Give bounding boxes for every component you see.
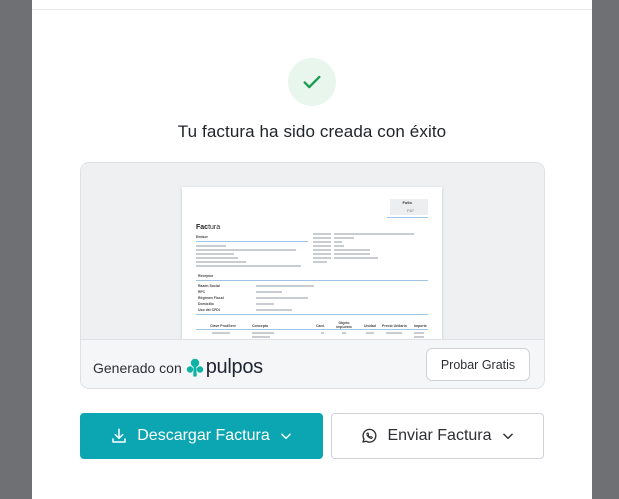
text-placeholder bbox=[366, 332, 374, 334]
invoice-document-thumbnail[interactable]: Folio F87 Factura Emisor Receptor Razón … bbox=[182, 187, 442, 339]
text-placeholder bbox=[313, 237, 331, 239]
send-invoice-button[interactable]: Enviar Factura bbox=[331, 413, 544, 459]
column-header: Cant. bbox=[316, 324, 325, 328]
receptor-field: Uso del CFDI bbox=[198, 308, 220, 312]
invoice-title-bold: Fac bbox=[196, 224, 209, 231]
text-placeholder bbox=[313, 249, 331, 251]
chevron-down-icon bbox=[279, 429, 293, 443]
text-placeholder bbox=[334, 233, 414, 235]
text-placeholder bbox=[386, 332, 402, 334]
divider bbox=[196, 241, 308, 242]
text-placeholder bbox=[334, 237, 354, 239]
text-placeholder bbox=[342, 332, 346, 334]
receptor-field: RFC bbox=[198, 290, 206, 294]
text-placeholder bbox=[196, 253, 234, 255]
invoice-title-rest: tura bbox=[208, 224, 221, 231]
receptor-field: Domicilio bbox=[198, 302, 214, 306]
text-placeholder bbox=[414, 336, 424, 338]
text-placeholder bbox=[196, 257, 238, 259]
page-title: Tu factura ha sido creada con éxito bbox=[177, 122, 447, 141]
download-icon bbox=[110, 427, 128, 445]
folio-label: Folio bbox=[402, 200, 412, 205]
generated-label: Generado con bbox=[93, 359, 182, 376]
divider bbox=[387, 217, 428, 218]
text-placeholder bbox=[313, 245, 331, 247]
invoice-title: Factura bbox=[196, 224, 220, 231]
emisor-label: Emisor bbox=[196, 235, 208, 239]
generated-with: Generado con pulpos bbox=[93, 356, 263, 379]
text-placeholder bbox=[256, 309, 292, 311]
text-placeholder bbox=[256, 297, 308, 299]
column-header: Objeto impuesto bbox=[336, 321, 352, 329]
divider bbox=[196, 280, 428, 281]
whatsapp-icon bbox=[360, 427, 378, 445]
text-placeholder bbox=[334, 241, 342, 243]
text-placeholder bbox=[313, 241, 331, 243]
success-badge bbox=[288, 58, 336, 106]
text-placeholder bbox=[313, 233, 331, 235]
text-placeholder bbox=[334, 257, 378, 259]
column-header: Clave ProdServ bbox=[210, 324, 236, 328]
download-invoice-button[interactable]: Descargar Factura bbox=[80, 413, 323, 459]
invoice-preview-area: Folio F87 Factura Emisor Receptor Razón … bbox=[81, 163, 544, 339]
text-placeholder bbox=[414, 332, 424, 334]
chevron-down-icon bbox=[501, 429, 515, 443]
text-placeholder bbox=[313, 257, 331, 259]
text-placeholder bbox=[212, 332, 230, 334]
brand-name: pulpos bbox=[205, 356, 263, 378]
text-placeholder bbox=[256, 303, 274, 305]
pulpos-logo-icon bbox=[186, 358, 203, 376]
download-invoice-label: Descargar Factura bbox=[137, 427, 270, 444]
divider bbox=[196, 314, 428, 315]
text-placeholder bbox=[196, 245, 226, 247]
folio-value: F87 bbox=[407, 208, 414, 213]
check-icon bbox=[303, 75, 321, 89]
pulpos-logo[interactable]: pulpos bbox=[186, 356, 263, 379]
text-placeholder bbox=[196, 265, 301, 267]
divider bbox=[196, 329, 428, 330]
preview-footer: Generado con pulpos Probar Gratis bbox=[81, 339, 544, 388]
text-placeholder bbox=[196, 261, 246, 263]
text-placeholder bbox=[334, 253, 370, 255]
text-placeholder bbox=[196, 249, 296, 251]
divider bbox=[32, 9, 592, 10]
text-placeholder bbox=[334, 249, 370, 251]
invoice-success-modal: Tu factura ha sido creada con éxito Foli… bbox=[32, 0, 592, 499]
text-placeholder bbox=[313, 261, 327, 263]
column-header: Importe bbox=[414, 324, 427, 328]
text-placeholder bbox=[321, 332, 324, 334]
text-placeholder bbox=[256, 285, 314, 287]
text-placeholder bbox=[334, 245, 344, 247]
invoice-preview-card: Folio F87 Factura Emisor Receptor Razón … bbox=[80, 162, 545, 389]
text-placeholder bbox=[256, 291, 282, 293]
receptor-label: Receptor bbox=[198, 274, 214, 278]
receptor-field: Razón Social bbox=[198, 284, 220, 288]
text-placeholder bbox=[252, 332, 274, 334]
column-header: Unidad bbox=[364, 324, 376, 328]
column-header: Precio Unitario bbox=[382, 324, 407, 328]
receptor-field: Régimen Fiscal bbox=[198, 296, 224, 300]
text-placeholder bbox=[252, 336, 270, 338]
text-placeholder bbox=[313, 253, 331, 255]
try-free-button[interactable]: Probar Gratis bbox=[426, 348, 530, 381]
column-header: Concepto bbox=[252, 324, 269, 328]
send-invoice-label: Enviar Factura bbox=[387, 427, 492, 444]
